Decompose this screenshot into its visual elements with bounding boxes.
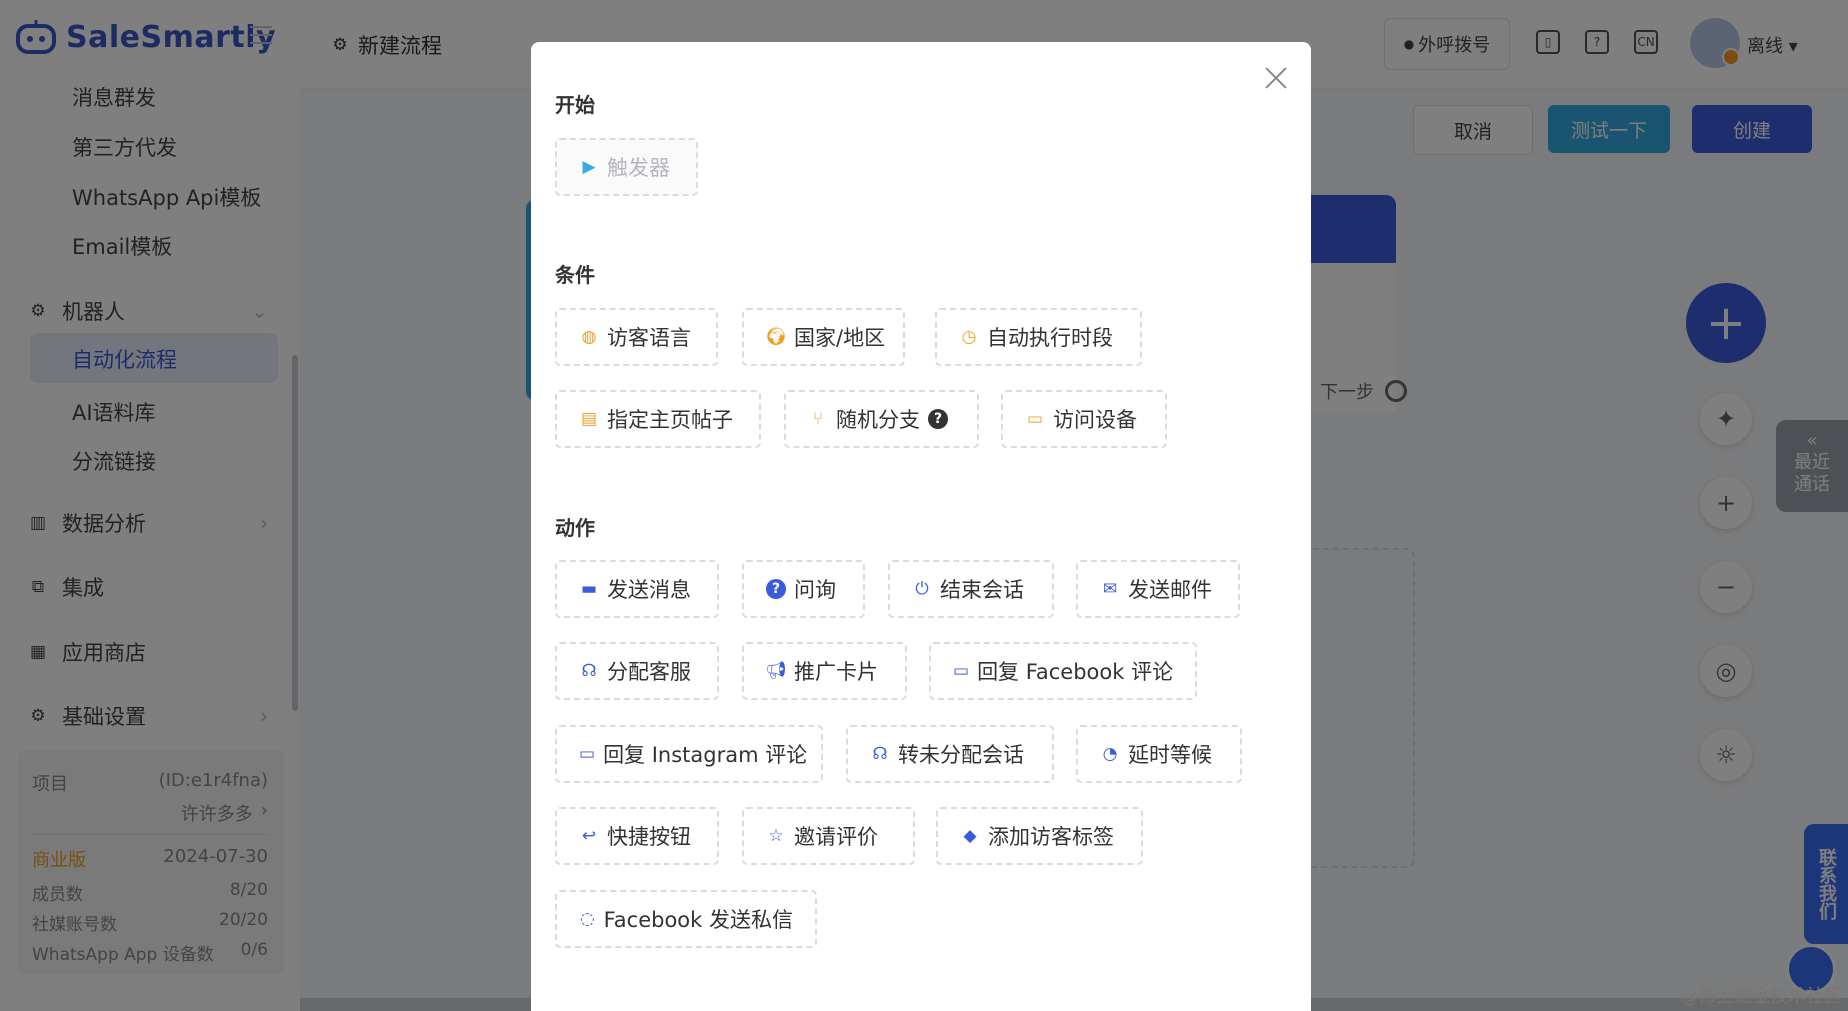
node-visitor-language[interactable]: ◍ 访客语言 — [555, 308, 718, 366]
comment-icon: ▭ — [579, 743, 596, 764]
node-random-branch[interactable]: ⑂ 随机分支 ? — [784, 390, 979, 448]
tag-icon: ◆ — [963, 825, 977, 846]
headset-icon: ☊ — [872, 743, 888, 764]
node-assign-agent[interactable]: ☊ 分配客服 — [555, 642, 719, 700]
node-label: 问询 — [794, 578, 836, 602]
node-country[interactable]: 🌍︎ 国家/地区 — [742, 308, 905, 366]
node-label: 发送消息 — [607, 578, 691, 602]
branch-icon: ⑂ — [812, 408, 824, 429]
node-label: 触发器 — [607, 156, 670, 180]
section-title-condition: 条件 — [555, 263, 595, 287]
node-transfer-unassigned[interactable]: ☊ 转未分配会话 — [846, 725, 1054, 783]
node-invite-review[interactable]: ☆ 邀请评价 — [742, 807, 915, 865]
node-label: Facebook 发送私信 — [603, 908, 793, 932]
node-label: 访问设备 — [1053, 408, 1137, 432]
node-page-post[interactable]: ▤ 指定主页帖子 — [555, 390, 761, 448]
node-send-email[interactable]: ✉ 发送邮件 — [1076, 560, 1240, 618]
timer-icon: ◔ — [1102, 743, 1118, 764]
globe-icon: ◍ — [581, 326, 597, 347]
node-delay-wait[interactable]: ◔ 延时等候 — [1076, 725, 1242, 783]
post-icon: ▤ — [580, 408, 598, 429]
node-reply-instagram-comment[interactable]: ▭ 回复 Instagram 评论 — [555, 725, 823, 783]
node-facebook-dm[interactable]: ◌ Facebook 发送私信 — [555, 890, 817, 948]
node-reply-facebook-comment[interactable]: ▭ 回复 Facebook 评论 — [929, 642, 1197, 700]
earth-icon: 🌍︎ — [765, 326, 787, 347]
node-label: 邀请评价 — [794, 825, 878, 849]
node-promo-card[interactable]: 📢︎ 推广卡片 — [742, 642, 907, 700]
megaphone-icon: 📢︎ — [765, 660, 787, 681]
email-icon: ✉ — [1102, 578, 1118, 599]
node-trigger[interactable]: ▶ 触发器 — [555, 138, 698, 196]
close-icon[interactable] — [1262, 64, 1290, 92]
node-inquiry[interactable]: ? 问询 — [742, 560, 865, 618]
node-label: 发送邮件 — [1128, 578, 1212, 602]
node-label: 随机分支 — [836, 408, 920, 432]
messenger-icon: ◌ — [579, 908, 595, 929]
node-label: 快捷按钮 — [607, 825, 691, 849]
section-title-start: 开始 — [555, 93, 595, 117]
node-visit-device[interactable]: ▭ 访问设备 — [1001, 390, 1167, 448]
node-end-session[interactable]: ⏻ 结束会话 — [888, 560, 1054, 618]
node-label: 国家/地区 — [794, 326, 886, 350]
node-add-visitor-tag[interactable]: ◆ 添加访客标签 — [936, 807, 1143, 865]
watermark: @稀土掘金技术社区 — [1680, 986, 1842, 1007]
node-quick-button[interactable]: ↩ 快捷按钮 — [555, 807, 719, 865]
help-icon[interactable]: ? — [928, 409, 948, 429]
node-send-message[interactable]: ▬ 发送消息 — [555, 560, 719, 618]
question-icon: ? — [766, 579, 786, 599]
node-label: 访客语言 — [607, 326, 691, 350]
node-label: 添加访客标签 — [988, 825, 1114, 849]
power-icon: ⏻ — [915, 578, 929, 599]
node-auto-schedule[interactable]: ◷ 自动执行时段 — [935, 308, 1142, 366]
node-label: 回复 Facebook 评论 — [977, 660, 1174, 684]
node-label: 推广卡片 — [794, 660, 878, 684]
clock-icon: ◷ — [961, 326, 977, 347]
node-label: 转未分配会话 — [898, 743, 1024, 767]
node-label: 延时等候 — [1128, 743, 1212, 767]
node-label: 分配客服 — [607, 660, 691, 684]
message-icon: ▬ — [580, 578, 598, 599]
node-label: 指定主页帖子 — [607, 408, 733, 432]
node-label: 回复 Instagram 评论 — [603, 743, 808, 767]
node-label: 结束会话 — [940, 578, 1024, 602]
headset-icon: ☊ — [581, 660, 597, 681]
play-icon: ▶ — [582, 156, 596, 177]
star-icon: ☆ — [768, 825, 784, 846]
comment-icon: ▭ — [953, 660, 970, 681]
node-label: 自动执行时段 — [987, 326, 1113, 350]
section-title-action: 动作 — [555, 516, 595, 540]
reply-icon: ↩ — [581, 825, 597, 846]
monitor-icon: ▭ — [1026, 408, 1044, 429]
